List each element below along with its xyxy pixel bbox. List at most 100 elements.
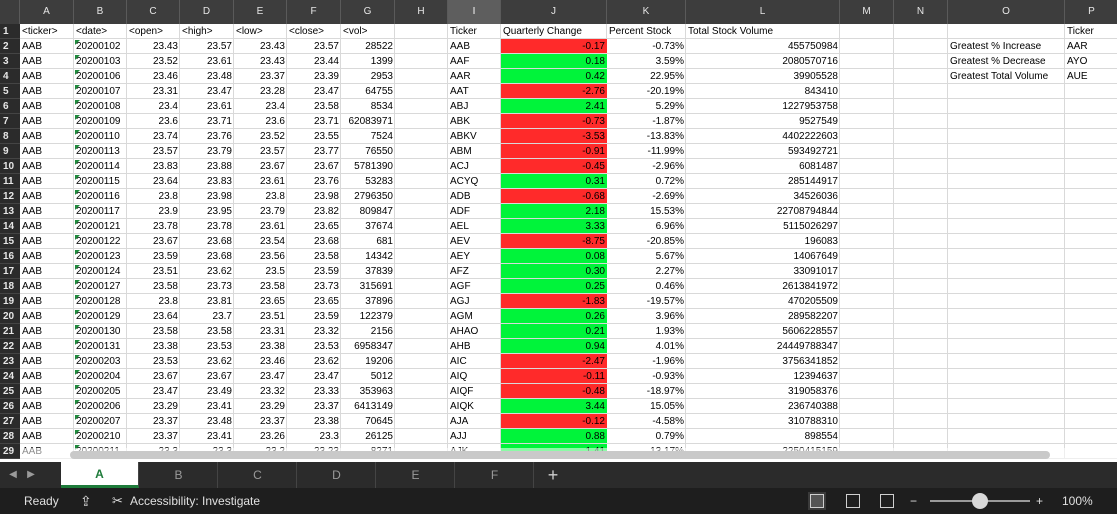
total-volume-header[interactable]: Total Stock Volume <box>686 24 840 39</box>
open-cell[interactable]: 23.4 <box>127 99 180 114</box>
sheet-tab-d[interactable]: D <box>298 462 376 488</box>
percent-stock-cell[interactable]: -19.57% <box>607 294 686 309</box>
summary-ticker-cell[interactable]: AEV <box>448 234 501 249</box>
ticker-cell[interactable]: AAB <box>20 114 74 129</box>
summary-ticker-cell[interactable]: ADF <box>448 204 501 219</box>
open-cell[interactable]: 23.8 <box>127 189 180 204</box>
summary-ticker-cell[interactable]: ACYQ <box>448 174 501 189</box>
date-cell[interactable]: 20200110 <box>74 129 127 144</box>
ticker-cell[interactable]: AAB <box>20 99 74 114</box>
ticker-cell[interactable]: AAB <box>20 144 74 159</box>
sheet-tab-f[interactable]: F <box>456 462 534 488</box>
vol-cell[interactable]: 76550 <box>341 144 395 159</box>
row-header[interactable]: 2 <box>0 39 20 54</box>
high-cell[interactable]: 23.61 <box>180 99 234 114</box>
date-cell[interactable]: 20200121 <box>74 219 127 234</box>
low-cell[interactable]: 23.61 <box>234 219 287 234</box>
low-cell[interactable]: 23.8 <box>234 189 287 204</box>
high-cell[interactable]: 23.81 <box>180 294 234 309</box>
vol-cell[interactable]: 2156 <box>341 324 395 339</box>
percent-stock-cell[interactable]: 15.53% <box>607 204 686 219</box>
vol-cell[interactable]: 7524 <box>341 129 395 144</box>
low-cell[interactable]: 23.29 <box>234 399 287 414</box>
quarterly-change-cell[interactable]: -0.11 <box>501 369 607 383</box>
quarterly-change-cell[interactable]: 2.41 <box>501 99 607 113</box>
close-cell[interactable]: 23.68 <box>287 234 341 249</box>
total-volume-cell[interactable]: 39905528 <box>686 69 840 84</box>
column-header-i[interactable]: I <box>448 0 501 24</box>
quarterly-change-cell[interactable]: -0.91 <box>501 144 607 158</box>
quarterly-change-cell[interactable]: -8.75 <box>501 234 607 248</box>
quarterly-change-cell[interactable]: -0.17 <box>501 39 607 53</box>
high-cell[interactable]: 23.61 <box>180 54 234 69</box>
total-volume-cell[interactable]: 2613841972 <box>686 279 840 294</box>
row-header[interactable]: 7 <box>0 114 20 129</box>
low-cell[interactable]: 23.6 <box>234 114 287 129</box>
total-volume-cell[interactable]: 2080570716 <box>686 54 840 69</box>
open-cell[interactable]: 23.59 <box>127 249 180 264</box>
low-cell[interactable]: 23.54 <box>234 234 287 249</box>
close-cell[interactable]: 23.58 <box>287 249 341 264</box>
row-header[interactable]: 26 <box>0 399 20 414</box>
vol-cell[interactable]: 70645 <box>341 414 395 429</box>
greatest-ticker-cell[interactable]: AYO <box>1065 54 1117 69</box>
summary-ticker-cell[interactable]: AHB <box>448 339 501 354</box>
low-cell[interactable]: 23.46 <box>234 354 287 369</box>
row-header[interactable]: 9 <box>0 144 20 159</box>
vol-cell[interactable]: 37896 <box>341 294 395 309</box>
ticker-cell[interactable]: AAB <box>20 264 74 279</box>
close-cell[interactable]: 23.67 <box>287 159 341 174</box>
total-volume-cell[interactable]: 843410 <box>686 84 840 99</box>
vol-cell[interactable]: 62083971 <box>341 114 395 129</box>
close-cell[interactable]: 23.71 <box>287 114 341 129</box>
total-volume-cell[interactable]: 319058376 <box>686 384 840 399</box>
summary-ticker-cell[interactable]: ABM <box>448 144 501 159</box>
high-cell[interactable]: 23.76 <box>180 129 234 144</box>
column-header-c[interactable]: C <box>127 0 180 24</box>
summary-ticker-cell[interactable]: AAF <box>448 54 501 69</box>
total-volume-cell[interactable]: 24449788347 <box>686 339 840 354</box>
ticker-cell[interactable]: AAB <box>20 279 74 294</box>
zoom-slider-handle[interactable] <box>972 493 988 509</box>
high-cell[interactable]: 23.68 <box>180 234 234 249</box>
ticker-cell[interactable]: AAB <box>20 384 74 399</box>
percent-stock-cell[interactable]: -2.96% <box>607 159 686 174</box>
vol-cell[interactable]: 64755 <box>341 84 395 99</box>
percent-stock-cell[interactable]: -1.87% <box>607 114 686 129</box>
ticker-cell[interactable]: AAB <box>20 219 74 234</box>
high-cell[interactable]: 23.83 <box>180 174 234 189</box>
summary-ticker-cell[interactable]: ABKV <box>448 129 501 144</box>
total-volume-cell[interactable]: 9527549 <box>686 114 840 129</box>
column-header-l[interactable]: L <box>686 0 840 24</box>
date-cell[interactable]: 20200115 <box>74 174 127 189</box>
percent-stock-cell[interactable]: 0.72% <box>607 174 686 189</box>
open-cell[interactable]: 23.31 <box>127 84 180 99</box>
horizontal-scrollbar[interactable] <box>70 451 1050 459</box>
close-cell[interactable]: 23.44 <box>287 54 341 69</box>
summary-ticker-cell[interactable]: AHAO <box>448 324 501 339</box>
sheet-tab-e[interactable]: E <box>377 462 455 488</box>
vol-cell[interactable]: 37839 <box>341 264 395 279</box>
open-cell[interactable]: 23.58 <box>127 279 180 294</box>
row-header[interactable]: 5 <box>0 84 20 99</box>
percent-stock-cell[interactable]: 2.27% <box>607 264 686 279</box>
ticker-cell[interactable]: AAB <box>20 234 74 249</box>
row-header[interactable]: 15 <box>0 234 20 249</box>
close-cell[interactable]: 23.53 <box>287 339 341 354</box>
low-cell[interactable]: 23.52 <box>234 129 287 144</box>
total-volume-cell[interactable]: 12394637 <box>686 369 840 384</box>
quarterly-change-cell[interactable]: 3.44 <box>501 399 607 413</box>
open-cell[interactable]: 23.58 <box>127 324 180 339</box>
open-cell[interactable]: 23.67 <box>127 369 180 384</box>
row-header[interactable]: 16 <box>0 249 20 264</box>
row-header[interactable]: 1 <box>0 24 20 39</box>
close-cell[interactable]: 23.32 <box>287 324 341 339</box>
open-cell[interactable]: 23.29 <box>127 399 180 414</box>
high-cell[interactable]: 23.62 <box>180 264 234 279</box>
vol-cell[interactable]: 8534 <box>341 99 395 114</box>
total-volume-cell[interactable]: 34526036 <box>686 189 840 204</box>
low-cell[interactable]: 23.79 <box>234 204 287 219</box>
ticker-cell[interactable]: AAB <box>20 429 74 444</box>
close-cell[interactable]: 23.37 <box>287 399 341 414</box>
open-cell[interactable]: 23.52 <box>127 54 180 69</box>
